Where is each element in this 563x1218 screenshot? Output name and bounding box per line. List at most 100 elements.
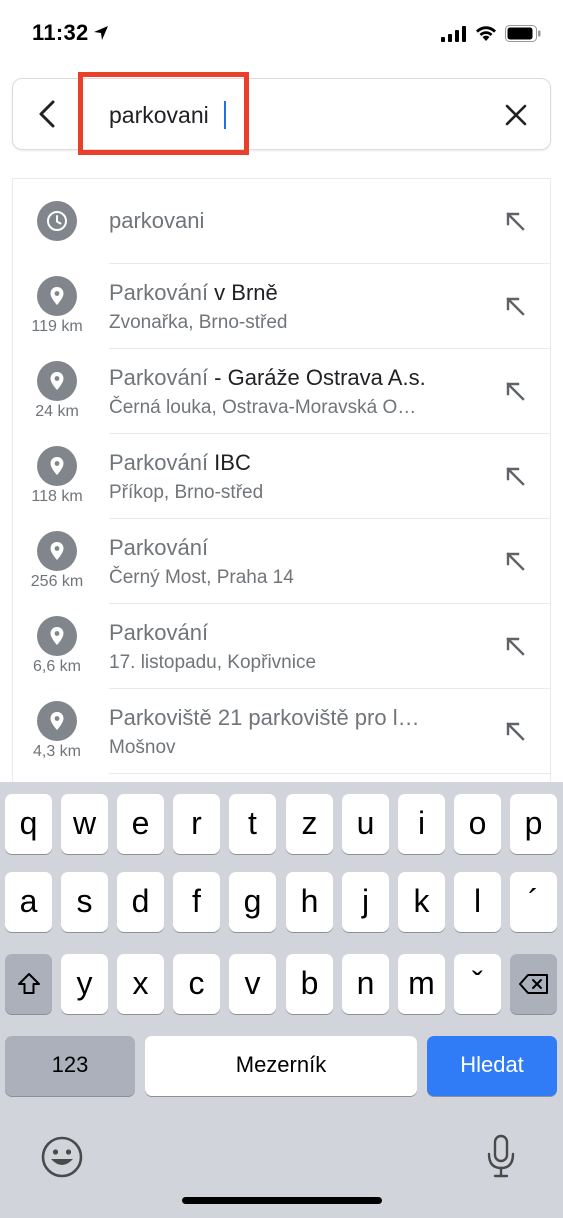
suggestion-title: Parkování	[109, 535, 208, 561]
key-r[interactable]: r	[173, 794, 220, 854]
status-time: 11:32	[32, 20, 89, 45]
shift-key[interactable]	[5, 954, 52, 1014]
fill-query-arrow-icon[interactable]	[503, 209, 527, 233]
key-n[interactable]: n	[342, 954, 389, 1014]
suggestion-title: Parkování - Garáže Ostrava A.s.	[109, 365, 426, 391]
backspace-icon	[518, 974, 548, 994]
key-j[interactable]: j	[342, 872, 389, 932]
key-a[interactable]: a	[5, 872, 52, 932]
place-icon-bg	[37, 361, 77, 401]
suggestion-subtitle: 17. listopadu, Kopřivnice	[109, 652, 317, 673]
space-key[interactable]: Mezerník	[145, 1036, 417, 1096]
suggestion-subtitle: Černá louka, Ostrava-Moravská O…	[109, 397, 417, 418]
suggestion-title-rest: IBC	[208, 450, 251, 475]
suggestion-place[interactable]: 118 km Parkování IBC Příkop, Brno-střed	[13, 434, 550, 519]
fill-query-arrow-icon[interactable]	[503, 549, 527, 573]
close-icon[interactable]	[501, 100, 531, 130]
place-icon-bg	[37, 616, 77, 656]
chevron-left-icon[interactable]	[31, 97, 65, 131]
key-acute-accent[interactable]: ´	[510, 872, 557, 932]
fill-query-arrow-icon[interactable]	[503, 294, 527, 318]
suggestion-title-rest: - Garáže Ostrava A.s.	[208, 365, 426, 390]
suggestion-title-rest: 21 parkoviště pro l…	[211, 705, 420, 730]
home-indicator[interactable]	[182, 1197, 382, 1204]
key-v[interactable]: v	[229, 954, 276, 1014]
suggestion-distance: 24 km	[35, 403, 79, 420]
status-bar: 11:32	[0, 0, 563, 66]
key-o[interactable]: o	[454, 794, 501, 854]
suggestions-list: parkovani 119 km Parkování v Brně Zvonař…	[12, 178, 551, 782]
place-pin-icon	[50, 372, 64, 390]
suggestion-distance: 118 km	[31, 488, 83, 505]
key-k[interactable]: k	[398, 872, 445, 932]
divider	[109, 773, 550, 774]
suggestion-title-match: Parkování	[109, 280, 209, 305]
suggestion-distance: 6,6 km	[32, 658, 81, 675]
suggestion-subtitle: Černý Most, Praha 14	[109, 567, 294, 588]
place-pin-icon	[50, 542, 64, 560]
search-key[interactable]: Hledat	[427, 1036, 557, 1096]
shift-arrow-icon	[17, 973, 40, 994]
history-icon-bg	[37, 201, 77, 241]
suggestion-title-match: Parkoviště	[109, 705, 212, 730]
suggestion-title: Parkování v Brně	[109, 280, 278, 306]
key-y[interactable]: y	[61, 954, 108, 1014]
key-d[interactable]: d	[117, 872, 164, 932]
suggestion-place[interactable]: 256 km Parkování Černý Most, Praha 14	[13, 519, 550, 604]
place-pin-icon	[50, 287, 64, 305]
suggestion-place[interactable]: 24 km Parkování - Garáže Ostrava A.s. Če…	[13, 349, 550, 434]
suggestion-title-match: Parkování	[109, 535, 209, 560]
backspace-key[interactable]	[510, 954, 557, 1014]
key-caron[interactable]: ˇ	[454, 954, 501, 1014]
numbers-key[interactable]: 123	[5, 1036, 135, 1096]
key-t[interactable]: t	[229, 794, 276, 854]
suggestion-title-match: Parkování	[109, 620, 209, 645]
suggestion-place[interactable]: 119 km Parkování v Brně Zvonařka, Brno-s…	[13, 264, 550, 349]
place-icon-bg	[37, 701, 77, 741]
suggestion-distance: 256 km	[30, 573, 84, 590]
suggestion-history[interactable]: parkovani	[13, 179, 550, 264]
key-w[interactable]: w	[61, 794, 108, 854]
key-h[interactable]: h	[286, 872, 333, 932]
key-e[interactable]: e	[117, 794, 164, 854]
key-g[interactable]: g	[229, 872, 276, 932]
key-b[interactable]: b	[286, 954, 333, 1014]
place-icon-bg	[37, 531, 77, 571]
place-icon-bg	[37, 446, 77, 486]
key-c[interactable]: c	[173, 954, 220, 1014]
clock-icon	[47, 211, 67, 231]
place-pin-icon	[50, 627, 64, 645]
fill-query-arrow-icon[interactable]	[503, 464, 527, 488]
suggestion-title-rest: parkovani	[109, 208, 205, 233]
highlight-annotation	[78, 72, 249, 155]
suggestion-distance: 4,3 km	[32, 743, 81, 760]
key-l[interactable]: l	[454, 872, 501, 932]
place-icon-bg	[37, 276, 77, 316]
fill-query-arrow-icon[interactable]	[503, 634, 527, 658]
key-f[interactable]: f	[173, 872, 220, 932]
key-s[interactable]: s	[61, 872, 108, 932]
key-x[interactable]: x	[117, 954, 164, 1014]
key-u[interactable]: u	[342, 794, 389, 854]
suggestion-subtitle: Mošnov	[109, 737, 176, 758]
key-p[interactable]: p	[510, 794, 557, 854]
key-i[interactable]: i	[398, 794, 445, 854]
suggestion-distance: 119 km	[31, 318, 83, 335]
location-arrow-icon	[94, 26, 108, 40]
key-q[interactable]: q	[5, 794, 52, 854]
emoji-icon[interactable]	[40, 1135, 84, 1179]
key-m[interactable]: m	[398, 954, 445, 1014]
suggestion-subtitle: Příkop, Brno-střed	[109, 482, 264, 503]
suggestion-place[interactable]: 4,3 km Parkoviště 21 parkoviště pro l… M…	[13, 689, 550, 774]
place-pin-icon	[50, 457, 64, 475]
suggestion-title: parkovani	[109, 208, 204, 234]
suggestion-title: Parkování	[109, 620, 208, 646]
suggestion-title-rest: v Brně	[208, 280, 278, 305]
microphone-icon[interactable]	[484, 1134, 518, 1180]
key-z[interactable]: z	[286, 794, 333, 854]
cellular-signal-icon	[441, 26, 466, 42]
suggestion-place[interactable]: 6,6 km Parkování 17. listopadu, Kopřivni…	[13, 604, 550, 689]
fill-query-arrow-icon[interactable]	[503, 379, 527, 403]
fill-query-arrow-icon[interactable]	[503, 719, 527, 743]
suggestion-title-match: Parkování	[109, 365, 209, 390]
